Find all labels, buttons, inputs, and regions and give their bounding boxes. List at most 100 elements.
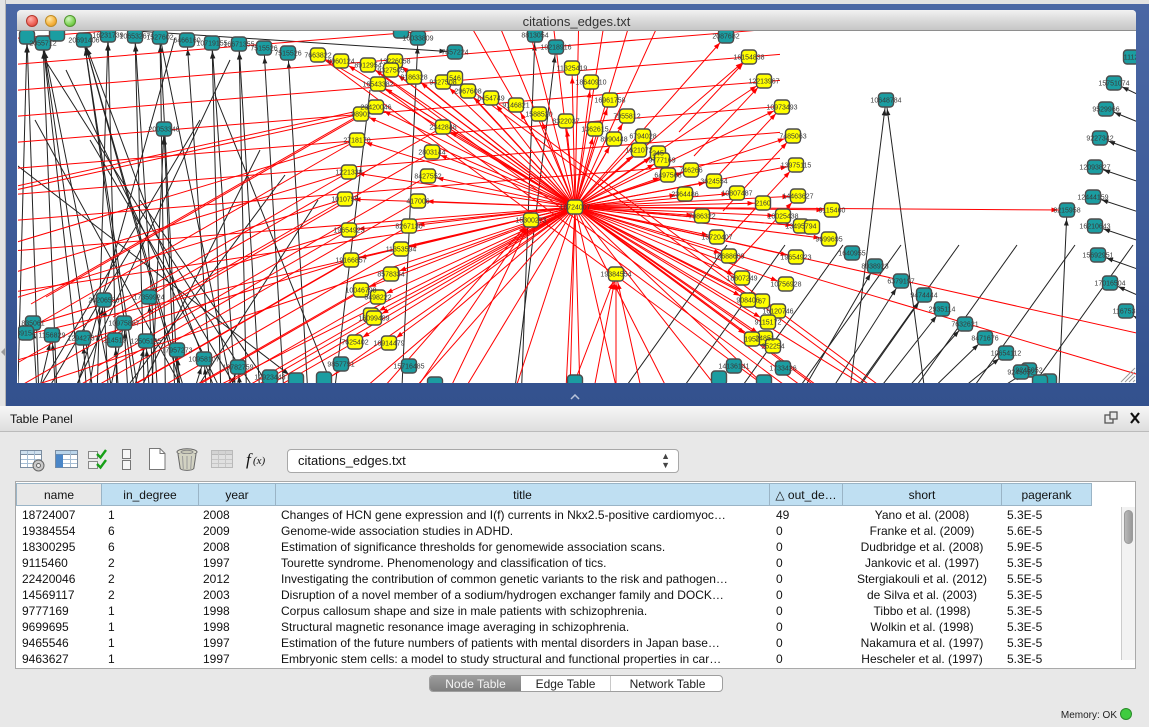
svg-text:12505135: 12505135 — [130, 339, 161, 346]
svg-text:16210643: 16210643 — [1079, 224, 1110, 231]
svg-text:1952: 1952 — [744, 337, 760, 344]
svg-text:2967608: 2967608 — [454, 89, 481, 96]
svg-text:9227342: 9227342 — [1086, 136, 1113, 143]
svg-text:245: 245 — [652, 151, 664, 158]
svg-text:1640955: 1640955 — [838, 251, 865, 258]
svg-text:18807249: 18807249 — [726, 276, 757, 283]
svg-text:8322037: 8322037 — [552, 119, 579, 126]
svg-text:1167531: 1167531 — [1113, 309, 1136, 316]
svg-text:16099489: 16099489 — [358, 316, 389, 323]
svg-text:16033809: 16033809 — [402, 36, 433, 43]
svg-text:9146821: 9146821 — [502, 103, 529, 110]
svg-text:252254: 252254 — [761, 344, 784, 351]
svg-text:15751074: 15751074 — [1098, 81, 1129, 88]
svg-text:835061: 835061 — [21, 321, 44, 328]
svg-text:16914479: 16914479 — [373, 341, 404, 348]
svg-text:12444159: 12444159 — [1077, 195, 1108, 202]
svg-text:10958107: 10958107 — [188, 357, 219, 364]
svg-text:18724007: 18724007 — [559, 205, 590, 212]
svg-text:19218916: 19218916 — [540, 45, 571, 52]
svg-text:1156829: 1156829 — [39, 333, 66, 340]
svg-text:12213967: 12213967 — [748, 79, 779, 86]
svg-text:8578334: 8578334 — [377, 272, 404, 279]
svg-text:12923448: 12923448 — [254, 375, 285, 382]
svg-text:2364486: 2364486 — [671, 192, 698, 199]
svg-text:20053346: 20053346 — [148, 127, 179, 134]
svg-text:10973493: 10973493 — [766, 105, 797, 112]
svg-text:98901: 98901 — [351, 112, 371, 119]
svg-text:19166857: 19166857 — [335, 258, 366, 265]
svg-text:7485063: 7485063 — [779, 134, 806, 141]
svg-text:9699695: 9699695 — [815, 237, 842, 244]
svg-text:8960124: 8960124 — [327, 59, 354, 66]
svg-text:10688609: 10688609 — [713, 254, 744, 261]
svg-text:5498222: 5498222 — [364, 295, 391, 302]
svg-text:10046798: 10046798 — [345, 288, 376, 295]
svg-text:3624554: 3624554 — [700, 179, 727, 186]
svg-text:16961758: 16961758 — [594, 98, 625, 105]
svg-text:12942737: 12942737 — [67, 336, 98, 343]
svg-text:2087682: 2087682 — [712, 34, 739, 41]
svg-text:9115460: 9115460 — [819, 208, 846, 215]
svg-text:9529966: 9529966 — [1092, 107, 1119, 114]
svg-text:9115172: 9115172 — [755, 320, 782, 327]
svg-text:16154838: 16154838 — [733, 55, 764, 62]
svg-text:1010755: 1010755 — [331, 197, 358, 204]
svg-text:16543382: 16543382 — [362, 82, 393, 89]
svg-text:1588520: 1588520 — [525, 112, 552, 119]
svg-text:2055712: 2055712 — [29, 41, 56, 48]
svg-text:546: 546 — [449, 76, 461, 83]
svg-text:9474444: 9474444 — [910, 293, 937, 300]
svg-text:13975115: 13975115 — [781, 163, 812, 170]
svg-text:2342848: 2342848 — [429, 125, 456, 132]
svg-text:20206556: 20206556 — [88, 298, 119, 305]
svg-text:10807487: 10807487 — [721, 191, 752, 198]
svg-text:15716485: 15716485 — [393, 364, 424, 371]
svg-text:2803144: 2803144 — [418, 150, 445, 157]
svg-text:114519: 114519 — [104, 338, 127, 345]
svg-text:8267130: 8267130 — [395, 224, 422, 231]
svg-text:9245052: 9245052 — [1007, 370, 1034, 377]
svg-text:908406: 908406 — [736, 298, 759, 305]
svg-text:8427552: 8427552 — [414, 174, 441, 181]
svg-text:8454749: 8454749 — [477, 96, 504, 103]
svg-text:6794028: 6794028 — [629, 134, 656, 141]
svg-text:8938923: 8938923 — [861, 264, 888, 271]
svg-text:14463627: 14463627 — [782, 194, 813, 201]
svg-text:1733426: 1733426 — [769, 366, 796, 373]
svg-text:7515526: 7515526 — [250, 46, 277, 53]
svg-text:417006: 417006 — [406, 199, 429, 206]
svg-text:17957273: 17957273 — [161, 348, 192, 355]
svg-text:7955812: 7955812 — [613, 114, 640, 121]
svg-text:2935114: 2935114 — [929, 307, 956, 314]
svg-text:6379197: 6379197 — [887, 279, 914, 286]
svg-text:19384554: 19384554 — [600, 272, 631, 279]
svg-text:1362615: 1362615 — [581, 127, 608, 134]
svg-text:8186328: 8186328 — [400, 75, 427, 82]
svg-text:10756928: 10756928 — [770, 282, 801, 289]
svg-text:11325419: 11325419 — [557, 66, 588, 73]
svg-text:16120746: 16120746 — [762, 309, 793, 316]
svg-text:10975867: 10975867 — [108, 321, 139, 328]
svg-text:10648784: 10648784 — [870, 98, 901, 105]
svg-text:13226058: 13226058 — [379, 59, 410, 66]
svg-text:19654923: 19654923 — [333, 228, 364, 235]
svg-text:1621072: 1621072 — [625, 148, 652, 155]
svg-text:15692951: 15692951 — [1082, 253, 1113, 260]
svg-text:12093827: 12093827 — [1079, 165, 1110, 172]
svg-text:2718170: 2718170 — [343, 138, 370, 145]
svg-text:6497568: 6497568 — [654, 173, 681, 180]
svg-text:2160: 2160 — [755, 201, 771, 208]
svg-text:f: f — [246, 450, 253, 469]
svg-text:16782759: 16782759 — [222, 365, 253, 372]
svg-text:9327505: 9327505 — [377, 68, 404, 75]
svg-text:(x): (x) — [253, 455, 266, 467]
svg-text:13495794: 13495794 — [785, 224, 816, 231]
svg-text:23420046: 23420046 — [360, 105, 391, 112]
svg-text:11353594: 11353594 — [386, 247, 417, 254]
svg-text:39154: 39154 — [18, 331, 36, 338]
svg-text:8215958: 8215958 — [1053, 208, 1080, 215]
svg-text:10654112: 10654112 — [991, 351, 1022, 358]
svg-text:14136141: 14136141 — [718, 364, 749, 371]
svg-text:9777169: 9777169 — [648, 158, 675, 165]
